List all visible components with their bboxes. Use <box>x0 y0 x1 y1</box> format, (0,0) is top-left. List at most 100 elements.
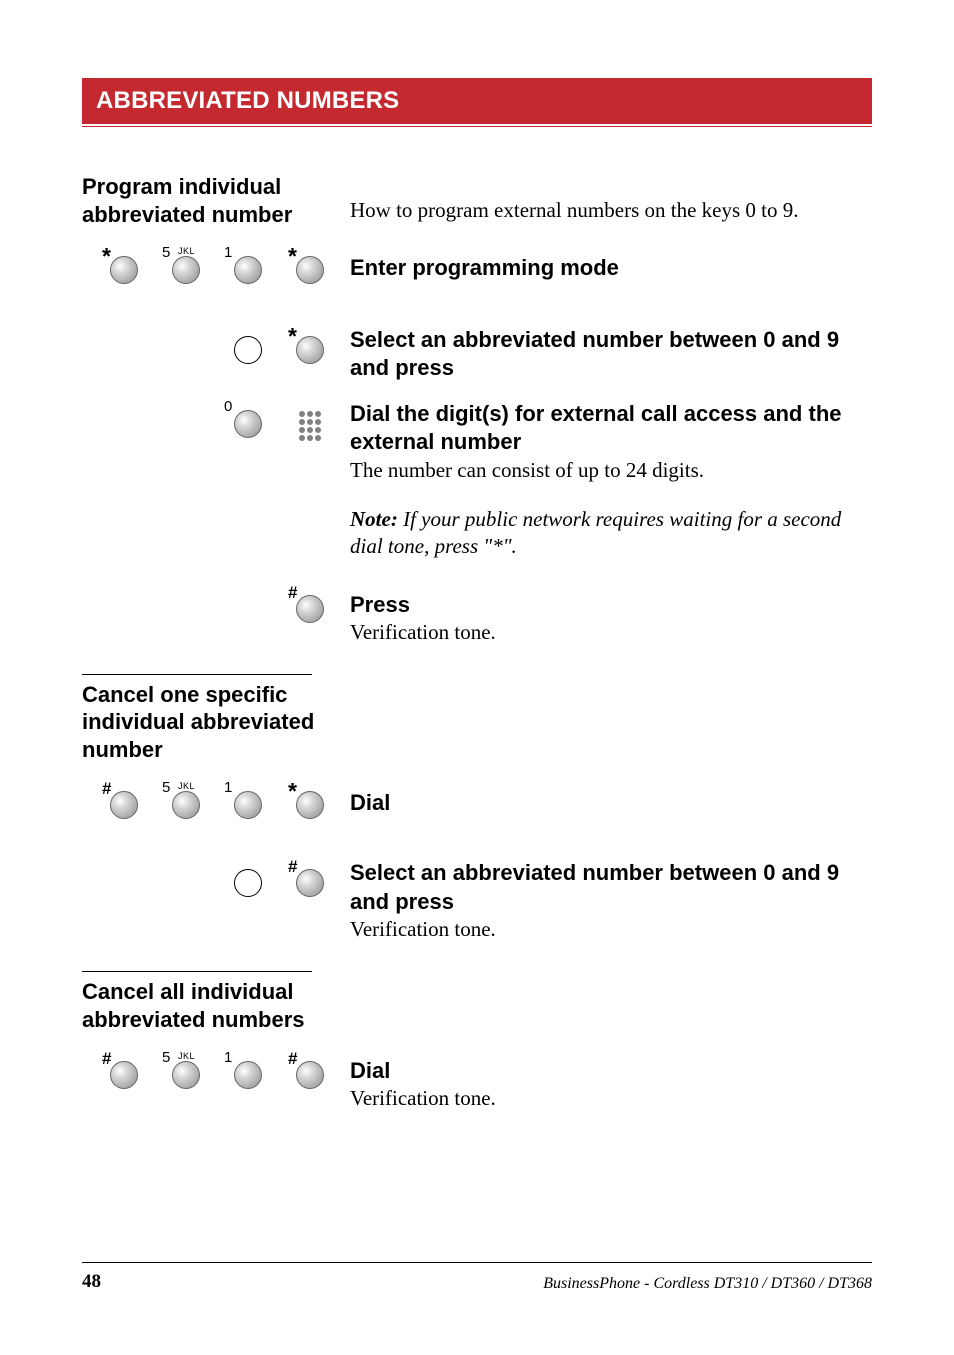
divider <box>82 674 312 675</box>
keypad-mini <box>295 407 325 441</box>
program-step1-row: * 5JKL 1 * Enter programming mode <box>82 246 872 292</box>
key-button <box>172 1061 200 1089</box>
cancel-all-step1a-text: Dial <box>350 1051 872 1085</box>
key-1: 1 <box>226 248 270 292</box>
key-5: 5JKL <box>164 1053 208 1097</box>
key-5: 5JKL <box>164 248 208 292</box>
key-5-label: 5 <box>162 1049 170 1066</box>
cancel-all-heading: Cancel all individual abbreviated number… <box>82 978 332 1033</box>
cancel-all-heading-row: Cancel all individual abbreviated number… <box>82 978 872 1033</box>
program-step4-text-wrap: Press Verification tone. <box>332 585 872 646</box>
cancel-all-step1-keys: # 5JKL 1 # <box>82 1051 332 1097</box>
program-step2-row: * Select an abbreviated number between 0… <box>82 326 872 382</box>
key-0: 0 <box>226 402 270 446</box>
cancel-one-step1-row: # 5JKL 1 * Dial <box>82 781 872 827</box>
program-heading-row: Program individual abbreviated number Ho… <box>82 173 872 228</box>
program-step2-text: Select an abbreviated number between 0 a… <box>350 326 872 382</box>
program-step3-text-wrap: Dial the digit(s) for external call acce… <box>332 400 872 560</box>
cancel-all-step1b-text: Verification tone. <box>350 1085 872 1112</box>
cancel-one-step2-row: # Select an abbreviated number between 0… <box>82 859 872 943</box>
key-hash-label: # <box>102 1049 111 1069</box>
key-button <box>234 410 262 438</box>
program-step1-text-wrap: Enter programming mode <box>332 246 872 282</box>
key-hash: # <box>102 783 146 827</box>
key-star: * <box>102 248 146 292</box>
key-hash: # <box>288 861 332 905</box>
key-1: 1 <box>226 783 270 827</box>
program-heading-text: Program individual abbreviated number <box>82 173 332 228</box>
section-title-band: ABBREVIATED NUMBERS <box>82 78 872 124</box>
placeholder-circle <box>226 328 270 372</box>
cancel-one-step2-keys: # <box>82 859 332 905</box>
key-button <box>234 1061 262 1089</box>
key-hash-label: # <box>288 1049 297 1069</box>
key-0-label: 0 <box>224 398 232 415</box>
key-star: * <box>288 783 332 827</box>
key-5-sup: JKL <box>178 1051 195 1061</box>
key-5-sup: JKL <box>178 246 195 256</box>
program-step4b-text: Verification tone. <box>350 619 872 646</box>
cancel-all-heading-text: Cancel all individual abbreviated number… <box>82 978 332 1033</box>
key-button <box>234 256 262 284</box>
key-5-label: 5 <box>162 779 170 796</box>
key-star-label: * <box>288 325 297 348</box>
key-star: * <box>288 328 332 372</box>
key-1-label: 1 <box>224 779 232 796</box>
program-step2-keys: * <box>82 326 332 372</box>
key-button <box>296 791 324 819</box>
cancel-one-step1-text: Dial <box>350 781 872 817</box>
key-button <box>172 256 200 284</box>
key-hash-label: # <box>288 583 297 603</box>
cancel-one-step2-text-wrap: Select an abbreviated number between 0 a… <box>332 859 872 943</box>
key-star-label: * <box>102 245 111 268</box>
key-star-label: * <box>288 245 297 268</box>
keypad-icon <box>288 402 332 446</box>
key-button <box>110 791 138 819</box>
cancel-one-heading: Cancel one specific individual abbreviat… <box>82 681 332 764</box>
page-number: 48 <box>82 1271 101 1293</box>
cancel-one-heading-row: Cancel one specific individual abbreviat… <box>82 681 872 764</box>
empty-circle-icon <box>234 869 262 897</box>
key-star: * <box>288 248 332 292</box>
key-hash-label: # <box>102 779 111 799</box>
program-step3-row: 0 Dial the digit(s) for external call ac… <box>82 400 872 560</box>
placeholder-circle <box>226 861 270 905</box>
key-button <box>296 595 324 623</box>
cancel-one-section: Cancel one specific individual abbreviat… <box>82 674 872 943</box>
key-button <box>296 256 324 284</box>
key-hash: # <box>288 1053 332 1097</box>
key-hash: # <box>102 1053 146 1097</box>
cancel-all-section: Cancel all individual abbreviated number… <box>82 971 872 1112</box>
cancel-one-step2b-text: Verification tone. <box>350 916 872 943</box>
program-step3b-text: The number can consist of up to 24 digit… <box>350 457 872 484</box>
program-heading: Program individual abbreviated number <box>82 173 332 228</box>
key-1-label: 1 <box>224 244 232 261</box>
divider <box>82 971 312 972</box>
key-button <box>110 1061 138 1089</box>
key-1-label: 1 <box>224 1049 232 1066</box>
page-root: ABBREVIATED NUMBERS Program individual a… <box>0 0 954 1355</box>
program-note-label: Note: <box>350 507 398 531</box>
cancel-one-step1-keys: # 5JKL 1 * <box>82 781 332 827</box>
key-1: 1 <box>226 1053 270 1097</box>
program-step4-row: # Press Verification tone. <box>82 585 872 646</box>
page-footer: 48 BusinessPhone - Cordless DT310 / DT36… <box>82 1262 872 1293</box>
program-step1-text: Enter programming mode <box>350 246 872 282</box>
empty-circle-icon <box>234 336 262 364</box>
key-button <box>172 791 200 819</box>
program-step3-keys: 0 <box>82 400 332 446</box>
program-step4a-text: Press <box>350 585 872 619</box>
document-title: BusinessPhone - Cordless DT310 / DT360 /… <box>543 1275 872 1293</box>
program-note-body: If your public network requires waiting … <box>350 507 841 558</box>
key-star-label: * <box>288 780 297 803</box>
program-intro-text: How to program external numbers on the k… <box>350 173 872 224</box>
cancel-one-heading-text: Cancel one specific individual abbreviat… <box>82 681 332 764</box>
key-button <box>110 256 138 284</box>
section-title-underline <box>82 126 872 127</box>
key-button <box>296 869 324 897</box>
program-step2-text-wrap: Select an abbreviated number between 0 a… <box>332 326 872 382</box>
key-button <box>234 791 262 819</box>
key-hash: # <box>288 587 332 631</box>
key-5: 5JKL <box>164 783 208 827</box>
cancel-all-step1-text-wrap: Dial Verification tone. <box>332 1051 872 1112</box>
